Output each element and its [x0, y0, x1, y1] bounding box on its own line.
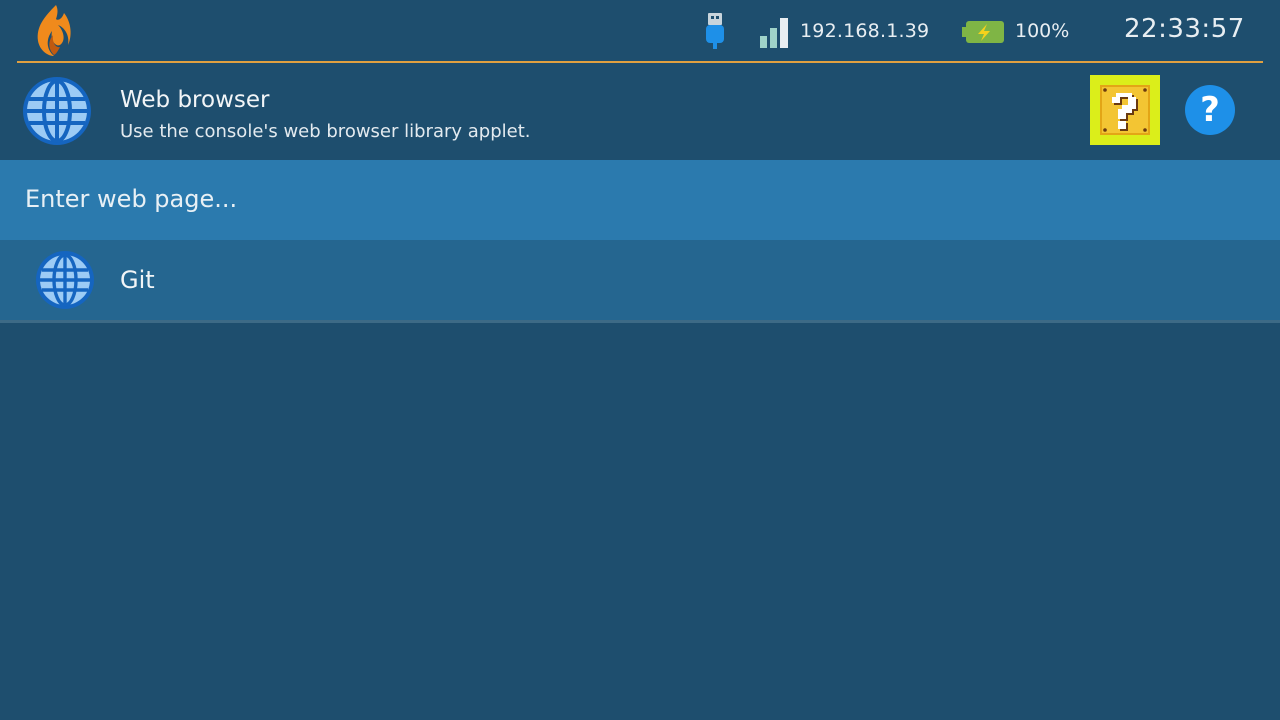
battery-icon [962, 21, 1004, 43]
help-button[interactable]: ? [1185, 85, 1235, 135]
url-input[interactable]: Enter web page... [0, 160, 1280, 240]
question-block-button[interactable] [1090, 75, 1160, 145]
url-input-placeholder: Enter web page... [25, 185, 238, 213]
signal-icon [760, 18, 788, 48]
list-item-label: Git [120, 266, 155, 294]
globe-icon [36, 251, 94, 309]
page-subtitle: Use the console's web browser library ap… [120, 121, 531, 142]
page-title: Web browser [120, 87, 270, 113]
clock: 22:33:57 [1124, 14, 1245, 44]
help-icon: ? [1200, 90, 1220, 130]
flame-logo-icon [37, 5, 71, 56]
ip-address: 192.168.1.39 [800, 20, 930, 42]
list-divider [0, 320, 1280, 323]
usb-icon [706, 13, 724, 49]
applet-header: Web browser Use the console's web browse… [0, 63, 1280, 160]
list-item[interactable]: Git [0, 240, 1280, 321]
status-bar: 192.168.1.39 100% 22:33:57 [0, 0, 1280, 62]
globe-icon [23, 77, 91, 145]
question-block-icon [1100, 85, 1150, 135]
battery-level: 100% [1015, 20, 1070, 42]
